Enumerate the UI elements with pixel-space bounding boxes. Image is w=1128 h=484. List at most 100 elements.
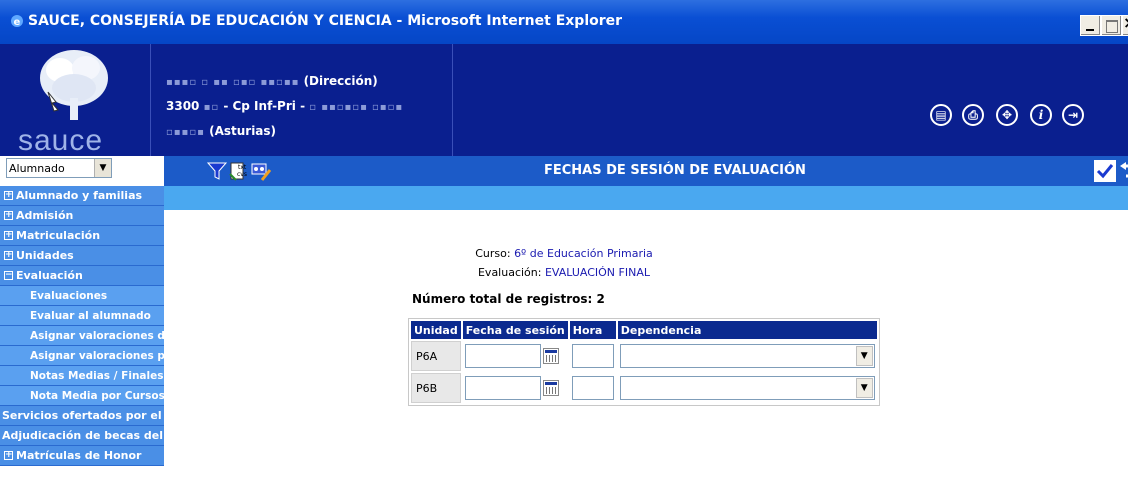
sidebar-item-asignar-valoraciones-de[interactable]: Asignar valoraciones de	[0, 326, 164, 346]
window-title: SAUCE, CONSEJERÍA DE EDUCACIÓN Y CIENCIA…	[28, 13, 623, 29]
sidebar-item-matriculacion[interactable]: + Matriculación	[0, 226, 164, 246]
svg-text:e: e	[14, 17, 21, 28]
title-bar: e SAUCE, CONSEJERÍA DE EDUCACIÓN Y CIENC…	[0, 0, 1128, 44]
curso-info: Curso: 6º de Educación Primaria	[0, 247, 1128, 260]
unidad-cell: P6A	[411, 341, 461, 371]
expand-icon[interactable]: +	[4, 211, 13, 220]
redacted-text: ▪▪▪▫ ▫ ▪▪ ▫▪▫ ▪▪▫▪▪	[166, 77, 304, 88]
sidebar-item-matriculas-honor[interactable]: + Matrículas de Honor	[0, 446, 164, 466]
sessions-table: Unidad Fecha de sesión Hora Dependencia …	[408, 318, 880, 406]
curso-value: 6º de Educación Primaria	[514, 247, 653, 260]
sidebar-item-nota-media-cursos[interactable]: Nota Media por Cursos	[0, 386, 164, 406]
dependencia-select[interactable]: ▼	[619, 344, 875, 368]
svg-text:cvs: cvs	[237, 171, 247, 178]
maximize-button[interactable]	[1101, 15, 1122, 36]
evaluacion-label: Evaluación:	[477, 266, 542, 279]
expand-icon[interactable]: +	[4, 451, 13, 460]
dependencia-select[interactable]: ▼	[619, 376, 875, 400]
sidebar-item-asignar-valoraciones-por[interactable]: Asignar valoraciones por	[0, 346, 164, 366]
sidebar-item-label: Evaluaciones	[30, 289, 108, 302]
fecha-cell	[463, 373, 568, 403]
table-row: P6A ▼	[411, 341, 877, 371]
table-header-row: Unidad Fecha de sesión Hora Dependencia	[411, 321, 877, 339]
sidebar-item-label: Evaluar al alumnado	[30, 309, 151, 322]
info-icon[interactable]: i	[1030, 104, 1052, 126]
column-header-fecha: Fecha de sesión	[462, 321, 568, 339]
sidebar-item-label: Servicios ofertados por el ce	[2, 409, 164, 422]
school-code: 3300	[166, 99, 200, 113]
unidad-cell: P6B	[411, 373, 461, 403]
session-date-input[interactable]	[464, 376, 541, 400]
sidebar-item-label: Asignar valoraciones de	[30, 329, 164, 342]
redacted-text: ▫ ▪▪▫▪▫▪ ▫▪▫▪	[309, 102, 404, 113]
undo-icon[interactable]	[1118, 160, 1128, 182]
export-txt-csv-icon[interactable]: txt cvs	[228, 160, 250, 182]
session-hour-input[interactable]	[571, 344, 614, 368]
column-header-hora: Hora	[569, 321, 616, 339]
internet-explorer-icon: e	[11, 15, 23, 28]
sidebar-item-label: Matriculación	[16, 229, 101, 242]
sidebar-item-alumnado-familias[interactable]: + Alumnado y familias	[0, 186, 164, 206]
chevron-down-icon[interactable]: ▼	[94, 159, 111, 177]
header-divider	[150, 44, 151, 156]
school-code-line: 3300 ▪▫ - Cp Inf-Pri - ▫ ▪▪▫▪▫▪ ▫▪▫▪	[166, 99, 403, 113]
module-select[interactable]: Alumnado ▼	[6, 158, 112, 178]
redacted-text: ▫▪▪▫▪	[166, 127, 210, 138]
notes-icon[interactable]: ▤	[930, 104, 952, 126]
hora-cell	[570, 341, 616, 371]
sidebar-item-admision[interactable]: + Admisión	[0, 206, 164, 226]
redacted-text: ▪▫	[203, 102, 224, 113]
accept-check-icon[interactable]	[1094, 160, 1116, 182]
sidebar-item-label: Nota Media por Cursos	[30, 389, 164, 402]
sidebar-item-adjudicacion-becas[interactable]: Adjudicación de becas del alu	[0, 426, 164, 446]
school-role: (Dirección)	[303, 74, 378, 88]
logo-text: sauce	[18, 124, 104, 157]
print-icon[interactable]: ⎙	[962, 104, 984, 126]
chevron-down-icon[interactable]: ▼	[855, 346, 873, 366]
session-hour-input[interactable]	[571, 376, 614, 400]
header-divider	[452, 44, 453, 156]
navigate-icon[interactable]: ✥	[996, 104, 1018, 126]
curso-label: Curso:	[475, 247, 511, 260]
module-select-value: Alumnado	[9, 162, 65, 175]
dependencia-cell: ▼	[618, 341, 877, 371]
sidebar-item-label: Adjudicación de becas del alu	[2, 429, 164, 442]
sidebar-item-label: Notas Medias / Finales	[30, 369, 164, 382]
app-header: sauce ▪▪▪▫ ▫ ▪▪ ▫▪▫ ▪▪▫▪▪ (Dirección) 33…	[0, 44, 1128, 157]
tree-logo-icon	[40, 50, 108, 120]
school-region: (Asturias)	[209, 124, 277, 138]
calendar-icon[interactable]	[542, 348, 559, 364]
evaluacion-value: EVALUACIÓN FINAL	[544, 266, 650, 279]
column-header-unidad: Unidad	[411, 321, 461, 339]
school-location-line: ▫▪▪▫▪ (Asturias)	[166, 124, 276, 138]
sidebar-item-notas-medias-finales[interactable]: Notas Medias / Finales	[0, 366, 164, 386]
page-title: FECHAS DE SESIÓN DE EVALUACIÓN	[544, 163, 806, 178]
sauce-logo[interactable]: sauce	[0, 44, 150, 157]
hora-cell	[570, 373, 616, 403]
minimize-button[interactable]	[1080, 15, 1101, 36]
sidebar-item-evaluaciones[interactable]: Evaluaciones	[0, 286, 164, 306]
close-button[interactable]	[1122, 13, 1128, 36]
svg-text:txt: txt	[238, 164, 247, 171]
calendar-icon[interactable]	[542, 380, 559, 396]
expand-icon[interactable]: +	[4, 231, 13, 240]
page-subbar	[164, 186, 1128, 210]
app-window: e SAUCE, CONSEJERÍA DE EDUCACIÓN Y CIENC…	[0, 0, 1128, 484]
school-type: - Cp Inf-Pri -	[223, 99, 306, 113]
filter-icon[interactable]	[206, 160, 228, 182]
expand-icon[interactable]: +	[4, 191, 13, 200]
page-toolbar: txt cvs FECHAS DE SESIÓN DE EVALUACIÓN	[164, 156, 1128, 186]
sidebar-item-label: Asignar valoraciones por	[30, 349, 164, 362]
chevron-down-icon[interactable]: ▼	[855, 378, 873, 398]
evaluacion-info: Evaluación: EVALUACIÓN FINAL	[0, 266, 1128, 279]
sidebar-item-label: Matrículas de Honor	[16, 449, 142, 462]
table-row: P6B ▼	[411, 373, 877, 403]
session-date-input[interactable]	[464, 344, 541, 368]
sidebar-item-label: Admisión	[16, 209, 74, 222]
sidebar-item-evaluar-alumnado[interactable]: Evaluar al alumnado	[0, 306, 164, 326]
exit-icon[interactable]: ⇥	[1062, 104, 1084, 126]
school-name-line: ▪▪▪▫ ▫ ▪▪ ▫▪▫ ▪▪▫▪▪ (Dirección)	[166, 74, 378, 88]
edit-icon[interactable]	[250, 160, 272, 182]
sidebar-menu: + Alumnado y familias + Admisión + Matricul…	[0, 186, 164, 466]
sidebar-item-servicios-ofertados[interactable]: Servicios ofertados por el ce	[0, 406, 164, 426]
